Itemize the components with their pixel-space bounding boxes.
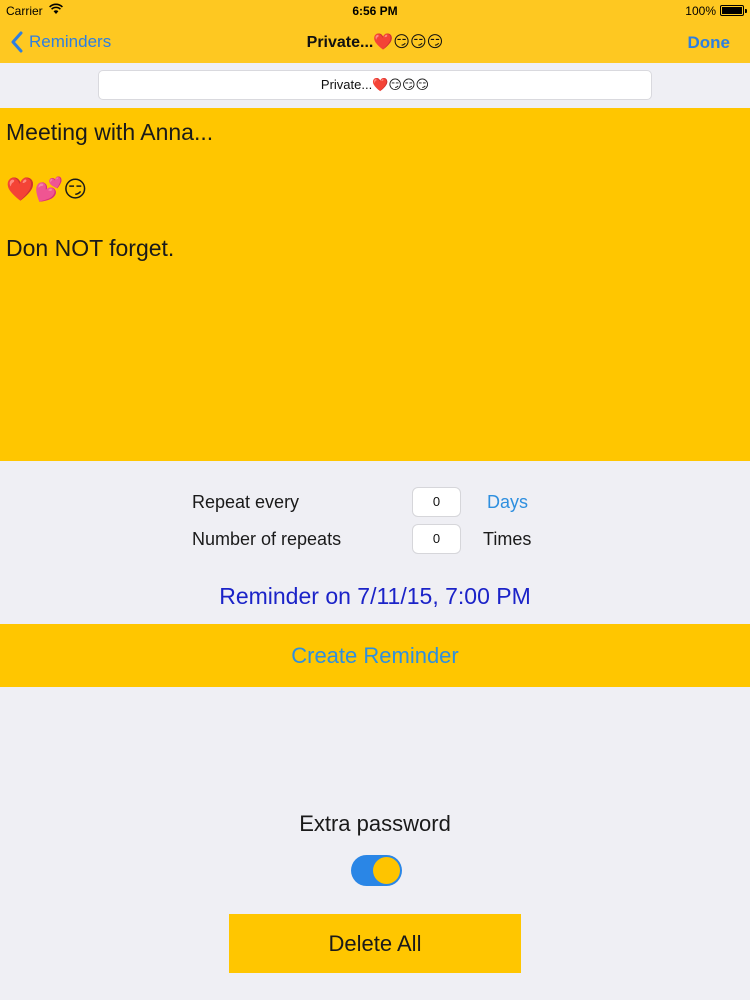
- note-line: Don NOT forget.: [6, 235, 175, 261]
- navigation-bar: Reminders Private...❤️😏😏😏 Done: [0, 22, 750, 63]
- note-title-input[interactable]: Private...❤️😏😏😏: [98, 70, 652, 100]
- number-of-repeats-input[interactable]: 0: [412, 524, 461, 554]
- page-title: Private...❤️😏😏😏: [306, 34, 444, 51]
- extra-password-toggle[interactable]: [351, 855, 402, 886]
- repeat-every-label: Repeat every: [192, 492, 300, 512]
- done-button[interactable]: Done: [688, 33, 731, 53]
- delete-all-button[interactable]: Delete All: [229, 914, 521, 973]
- note-text-area[interactable]: Meeting with Anna... ❤️💕😏 Don NOT forget…: [0, 108, 750, 461]
- battery-icon: [720, 5, 747, 16]
- toggle-knob: [373, 857, 400, 884]
- note-line: ❤️💕😏: [6, 176, 88, 202]
- create-reminder-button[interactable]: Create Reminder: [0, 624, 750, 687]
- note-line: Meeting with Anna...: [6, 119, 214, 145]
- reminder-date-button[interactable]: Reminder on 7/11/15, 7:00 PM: [0, 583, 750, 610]
- battery-percent: 100%: [685, 4, 716, 18]
- repeats-unit-label: Times: [483, 529, 532, 549]
- repeat-every-input[interactable]: 0: [412, 487, 461, 517]
- repeat-unit-selector[interactable]: Days: [487, 492, 528, 513]
- status-bar: Carrier 6:56 PM 100%: [0, 0, 750, 22]
- number-of-repeats-label: Number of repeats: [192, 529, 342, 549]
- extra-password-label: Extra password: [299, 811, 451, 836]
- status-time: 6:56 PM: [352, 4, 398, 18]
